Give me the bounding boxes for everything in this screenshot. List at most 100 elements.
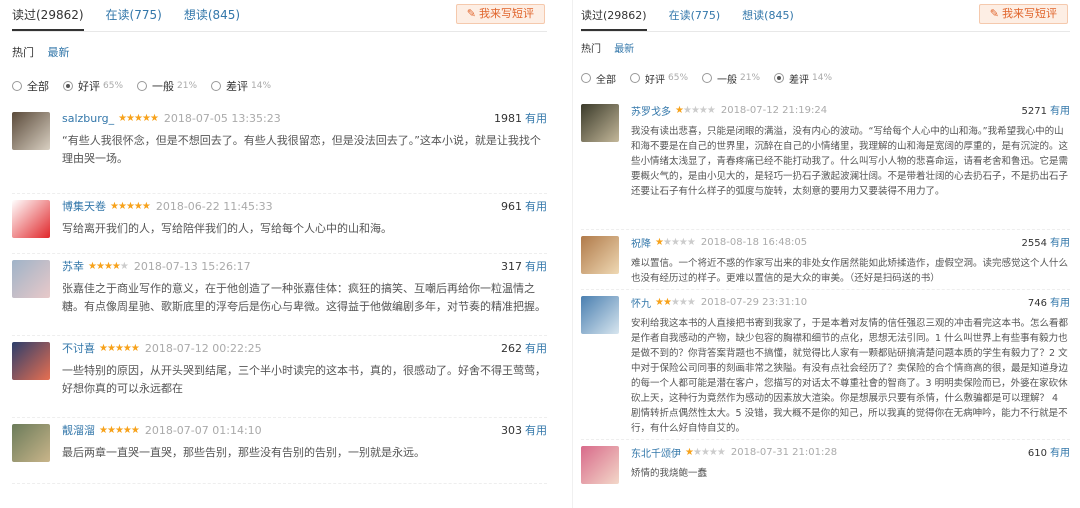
- star-icon: ★: [686, 296, 696, 308]
- sort-hot[interactable]: 热门: [581, 44, 601, 55]
- rating-filter-0[interactable]: 全部: [12, 78, 49, 94]
- username-link[interactable]: 靓溜溜: [62, 422, 95, 438]
- sort-options: 热门 最新: [581, 40, 1070, 55]
- avatar[interactable]: [581, 446, 619, 484]
- useful-button[interactable]: 有用: [1050, 238, 1070, 249]
- comment-date: 2018-08-18 16:48:05: [700, 236, 808, 248]
- star-icon: ★: [103, 260, 113, 272]
- avatar[interactable]: [12, 200, 50, 238]
- username-link[interactable]: 苏罗戈多: [631, 103, 671, 118]
- star-icon: ★: [678, 236, 688, 248]
- radio-button[interactable]: [702, 73, 713, 83]
- useful-button[interactable]: 有用: [1050, 106, 1070, 117]
- star-icon: ★: [692, 446, 702, 458]
- avatar[interactable]: [12, 260, 50, 298]
- star-icon: ★: [114, 342, 124, 354]
- username-link[interactable]: 怀九: [631, 295, 651, 310]
- rating-filter-0[interactable]: 全部: [581, 71, 616, 86]
- useful-count: 610 有用: [1028, 444, 1070, 459]
- write-review-label: 我来写短评: [479, 7, 534, 20]
- avatar[interactable]: [12, 112, 50, 150]
- username-link[interactable]: 苏幸: [62, 258, 84, 274]
- write-review-button[interactable]: ✎ 我来写短评: [455, 4, 545, 24]
- filter-percent: 14%: [251, 81, 272, 91]
- star-icon: ★: [690, 104, 700, 116]
- useful-button[interactable]: 有用: [525, 200, 547, 213]
- comment-text: 难以置信。一个将近不惑的作家写出来的非处女作居然能如此矫揉造作，虚假空洞。读完感…: [631, 258, 1069, 284]
- useful-count: 303 有用: [501, 422, 547, 438]
- comment-item: 博集天卷 ★★★★★ 2018-06-22 11:45:33 961 有用 写给离开我们的…: [12, 194, 547, 254]
- radio-button[interactable]: [137, 81, 148, 91]
- comment-item: 祝降 ★★★★★ 2018-08-18 16:48:05 2554 有用 难以置信。一个将…: [581, 230, 1070, 290]
- avatar[interactable]: [581, 104, 619, 142]
- avatar[interactable]: [581, 236, 619, 274]
- tab-1[interactable]: 在读(775): [106, 6, 162, 31]
- rating-stars: ★★★★★: [110, 201, 151, 212]
- useful-button[interactable]: 有用: [1050, 298, 1070, 309]
- avatar[interactable]: [12, 342, 50, 380]
- sort-newest[interactable]: 最新: [48, 46, 70, 59]
- rating-filter-3[interactable]: 差评 14%: [774, 71, 832, 86]
- star-icon: ★: [149, 112, 159, 124]
- write-review-button[interactable]: ✎ 我来写短评: [978, 4, 1068, 24]
- comment-meta: 靓溜溜 ★★★★★ 2018-07-07 01:14:10: [62, 422, 547, 438]
- rating-stars: ★★★★★: [118, 112, 159, 124]
- tab-2[interactable]: 想读(845): [742, 7, 794, 31]
- radio-button[interactable]: [12, 81, 22, 91]
- comment-date: 2018-07-12 21:19:24: [720, 104, 828, 116]
- tab-1[interactable]: 在读(775): [669, 7, 721, 31]
- star-icon: ★: [662, 236, 672, 248]
- tab-0[interactable]: 读过(29862): [581, 7, 647, 31]
- radio-button[interactable]: [63, 81, 73, 91]
- comment-meta: 博集天卷 ★★★★★ 2018-06-22 11:45:33: [62, 198, 547, 214]
- useful-button[interactable]: 有用: [525, 424, 547, 437]
- useful-count: 317 有用: [501, 258, 547, 274]
- radio-button[interactable]: [774, 73, 785, 83]
- username-link[interactable]: 祝降: [631, 235, 651, 250]
- tab-0[interactable]: 读过(29862): [12, 6, 84, 31]
- useful-button[interactable]: 有用: [525, 260, 547, 273]
- star-icon: ★: [662, 296, 672, 308]
- username-link[interactable]: 博集天卷: [62, 198, 106, 214]
- vote-count: 262: [501, 342, 522, 355]
- vote-count: 317: [501, 260, 522, 273]
- comment-list: 苏罗戈多 ★★★★★ 2018-07-12 21:19:24 5271 有用 我没有读出悲…: [581, 98, 1070, 508]
- filter-label: 全部: [596, 74, 616, 86]
- avatar[interactable]: [581, 296, 619, 334]
- star-icon: ★: [130, 342, 140, 354]
- sort-newest[interactable]: 最新: [614, 44, 634, 55]
- comment-list: salzburg_ ★★★★★ 2018-07-05 13:35:23 1981 有用 “…: [12, 106, 547, 484]
- comment-text: 写给离开我们的人，写给陪伴我们的人，写给每个人心中的山和海。: [62, 222, 392, 235]
- sort-hot[interactable]: 热门: [12, 46, 34, 59]
- star-icon: ★: [106, 342, 116, 354]
- comment-meta: salzburg_ ★★★★★ 2018-07-05 13:35:23: [62, 110, 547, 126]
- comment-text: 最后两章一直哭一直哭，那些告别，那些没有告别的告别，一别就是永远。: [62, 446, 425, 459]
- useful-button[interactable]: 有用: [525, 112, 547, 125]
- rating-filter-1[interactable]: 好评 65%: [63, 78, 123, 94]
- rating-filter-2[interactable]: 一般 21%: [137, 78, 197, 94]
- radio-button[interactable]: [211, 81, 222, 91]
- radio-button[interactable]: [581, 73, 591, 83]
- star-icon: ★: [675, 104, 684, 116]
- filter-percent: 14%: [812, 73, 833, 83]
- avatar[interactable]: [12, 424, 50, 462]
- rating-filter-2[interactable]: 一般 21%: [702, 71, 760, 86]
- star-icon: ★: [134, 112, 143, 124]
- username-link[interactable]: 东北千颂伊: [631, 445, 681, 460]
- useful-button[interactable]: 有用: [525, 342, 547, 355]
- rating-filter-1[interactable]: 好评 65%: [630, 71, 688, 86]
- star-icon: ★: [708, 446, 718, 458]
- star-icon: ★: [99, 424, 108, 436]
- comment-item: 苏幸 ★★★★★ 2018-07-13 15:26:17 317 有用 张嘉佳之于商业写作…: [12, 254, 547, 336]
- rating-stars: ★★★★★: [655, 296, 696, 308]
- comment-meta: 苏幸 ★★★★★ 2018-07-13 15:26:17: [62, 258, 547, 274]
- useful-button[interactable]: 有用: [1050, 448, 1070, 459]
- comment-text: 矫情的我烧鲍一蠢: [631, 468, 708, 479]
- username-link[interactable]: 不讨喜: [62, 340, 95, 356]
- username-link[interactable]: salzburg_: [62, 112, 114, 125]
- tab-2[interactable]: 想读(845): [184, 6, 240, 31]
- filter-label: 差评: [226, 80, 249, 93]
- radio-button[interactable]: [630, 73, 640, 83]
- useful-count: 262 有用: [501, 340, 547, 356]
- rating-filter-3[interactable]: 差评 14%: [211, 78, 271, 94]
